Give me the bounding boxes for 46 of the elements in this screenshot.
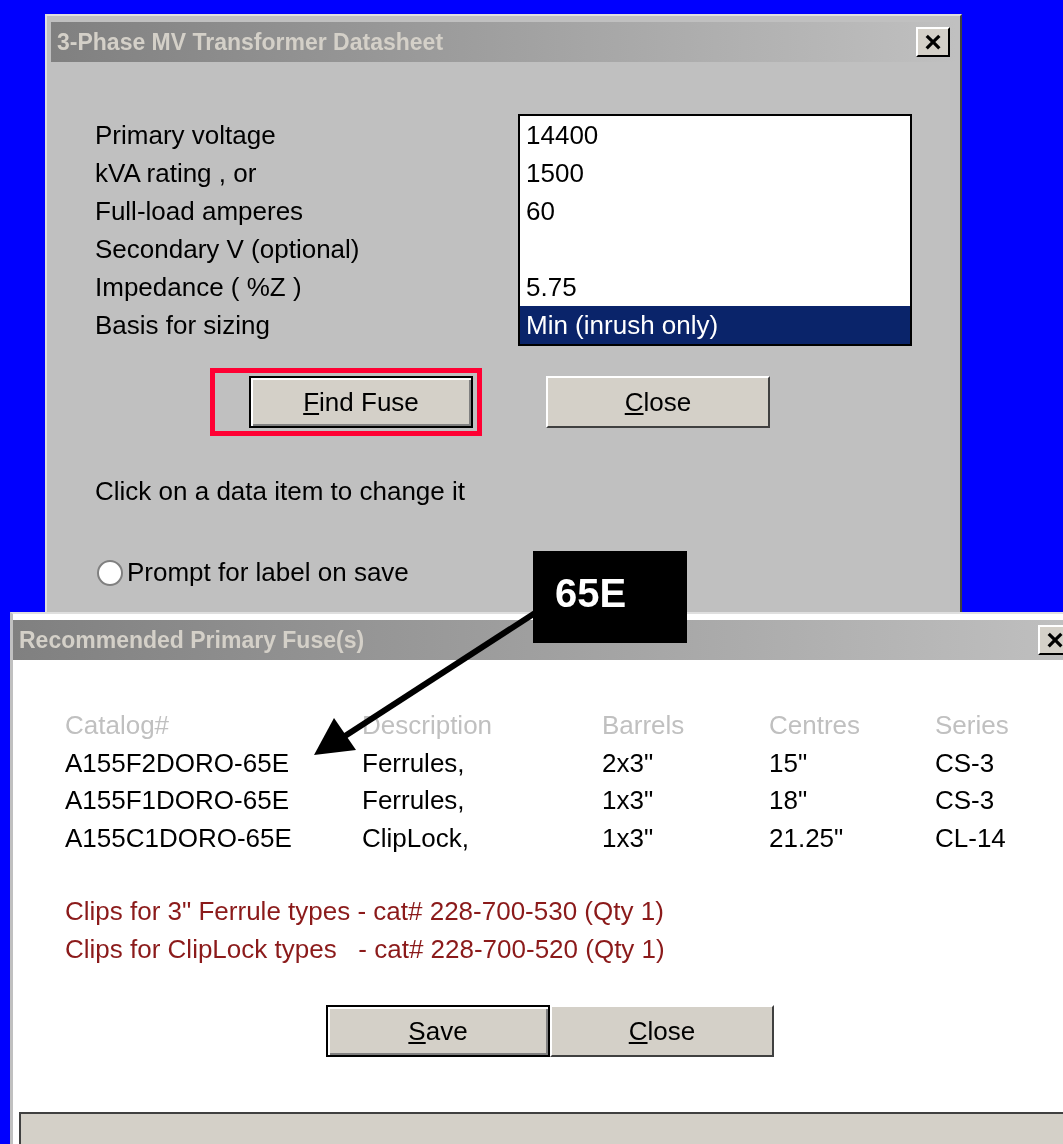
window-title: 3-Phase MV Transformer Datasheet	[57, 27, 444, 57]
close-button[interactable]: ×	[1038, 625, 1063, 655]
window-title: Recommended Primary Fuse(s)	[19, 625, 365, 655]
close-button[interactable]: ×	[916, 27, 950, 57]
table-cell-text: A155F2DORO-65E	[65, 746, 290, 780]
table-cell-text: CS-3	[935, 746, 996, 780]
hint-text: Click on a data item to change it	[95, 475, 466, 508]
radio-label: Prompt for label on save	[127, 556, 409, 589]
field-label: kVA rating , or	[95, 157, 258, 190]
field-label: Full-load amperes	[95, 195, 305, 228]
list-item[interactable]: 1500	[520, 154, 910, 192]
note-text: Clips for 3" Ferrule types - cat# 228-700-530 (Qty 1)	[65, 895, 665, 928]
table-cell-text: A155C1DORO-65E	[65, 821, 293, 855]
table-cell-text: CL-14	[935, 821, 1007, 855]
table-cell-text: CS-3	[935, 784, 996, 817]
table-cell-text: Ferrules,	[362, 784, 466, 817]
close-button[interactable]: Close	[546, 376, 770, 428]
table-cell-text: 2x3"	[602, 746, 655, 780]
column-header: Description	[362, 709, 494, 742]
list-box[interactable]: 14400 1500 60 5.75 Min (inrush only)	[518, 114, 912, 346]
list-item[interactable]: 14400	[520, 116, 910, 154]
list-item[interactable]: Min (inrush only)	[520, 306, 910, 344]
field-label: Primary voltage	[95, 119, 277, 152]
table-cell-text: 1x3"	[602, 784, 655, 817]
field-label: Basis for sizing	[95, 309, 271, 342]
column-header: Centres	[769, 709, 862, 742]
column-header: Barrels	[602, 709, 686, 742]
field-label: Secondary V (optional)	[95, 233, 361, 266]
table-cell-text: 21.25"	[769, 821, 845, 855]
table-cell-text: Ferrules,	[362, 746, 466, 780]
note-text: Clips for ClipLock types - cat# 228-700-520 (Qty 1)	[65, 933, 666, 966]
close-button[interactable]: Close	[550, 1005, 774, 1057]
column-header: Series	[935, 709, 1010, 742]
table-cell-text: 18"	[769, 784, 809, 817]
column-header: Catalog#	[65, 709, 171, 742]
list-item[interactable]: 60	[520, 192, 910, 230]
list-item[interactable]: 5.75	[520, 268, 910, 306]
find-fuse-button[interactable]: Find Fuse	[249, 376, 473, 428]
table-cell-text: 1x3"	[602, 821, 655, 855]
table-cell-text: A155F1DORO-65E	[65, 784, 290, 817]
save-button[interactable]: Save	[326, 1005, 550, 1057]
table-cell-text: 15"	[769, 746, 809, 780]
callout-label: 65E	[533, 551, 687, 643]
field-label: Impedance ( %Z )	[95, 271, 303, 304]
table-cell-text: ClipLock,	[362, 821, 470, 855]
radio-button[interactable]	[97, 559, 123, 586]
